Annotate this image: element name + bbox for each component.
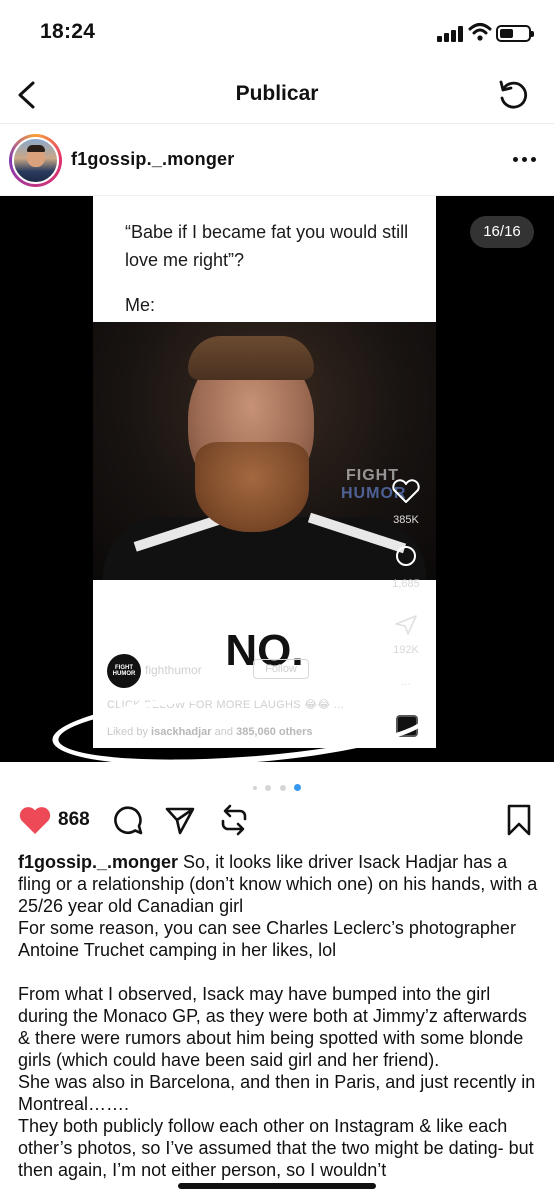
caption-username[interactable]: f1gossip._.monger — [18, 852, 178, 872]
page-title: Publicar — [235, 82, 319, 105]
meme-photo: FIGHT HUMOR — [93, 322, 436, 580]
tiktok-follow-button: Follow — [253, 659, 309, 679]
meme-me-label: Me: — [125, 295, 156, 315]
profile-photo — [12, 137, 59, 184]
carousel-dot-active — [294, 784, 302, 792]
tiktok-more-icon: ... — [401, 676, 411, 688]
post-header: f1gossip._.monger — [0, 124, 554, 196]
tiktok-comment-count: 1,685 — [392, 578, 420, 590]
heart-filled-icon[interactable] — [18, 805, 52, 835]
status-bar: 18:24 — [0, 0, 554, 66]
share-paper-plane-icon[interactable] — [164, 804, 196, 836]
cellular-signal-icon — [437, 26, 463, 42]
carousel-dot — [279, 784, 286, 791]
wifi-icon — [468, 23, 492, 41]
tiktok-heart-icon — [392, 479, 420, 503]
caption-paragraph: They both publicly follow each other on … — [18, 1116, 534, 1180]
refresh-icon[interactable] — [496, 78, 530, 112]
caption-paragraph: She was also in Barcelona, and then in P… — [18, 1072, 536, 1114]
tiktok-account-name: fighthumor — [145, 663, 202, 677]
like-count[interactable]: 868 — [58, 809, 90, 831]
caption-paragraph: From what I observed, Isack may have bum… — [18, 984, 527, 1070]
comment-bubble-icon[interactable] — [112, 804, 144, 836]
tiktok-comment-icon — [396, 546, 416, 566]
carousel-dot — [265, 784, 272, 791]
carousel-dot — [252, 785, 257, 790]
post-caption: f1gossip._.monger So, it looks like driv… — [18, 851, 538, 1181]
caption-paragraph: f1gossip._.monger So, it looks like driv… — [18, 852, 538, 916]
caption-paragraph: For some reason, you can see Charles Lec… — [18, 918, 516, 960]
bookmark-icon[interactable] — [506, 804, 532, 836]
slide-counter: 16/16 — [470, 216, 534, 248]
tiktok-account-logo: FIGHT HUMOR — [107, 654, 141, 688]
avatar[interactable] — [9, 134, 62, 187]
post-username[interactable]: f1gossip._.monger — [71, 149, 234, 170]
post-media-carousel[interactable]: “Babe if I became fat you would still lo… — [0, 196, 554, 762]
tiktok-like-count: 385K — [393, 514, 419, 526]
meme-screenshot: “Babe if I became fat you would still lo… — [93, 196, 436, 748]
battery-icon — [496, 25, 534, 42]
top-navigation-bar: Publicar — [0, 66, 554, 124]
status-time: 18:24 — [40, 20, 96, 43]
post-actions-bar: 868 — [0, 800, 554, 840]
meme-top-text: “Babe if I became fat you would still lo… — [125, 222, 409, 270]
carousel-indicator — [0, 779, 554, 792]
repost-icon[interactable] — [218, 803, 250, 837]
home-indicator[interactable] — [178, 1183, 376, 1189]
more-options-icon[interactable] — [513, 152, 537, 168]
